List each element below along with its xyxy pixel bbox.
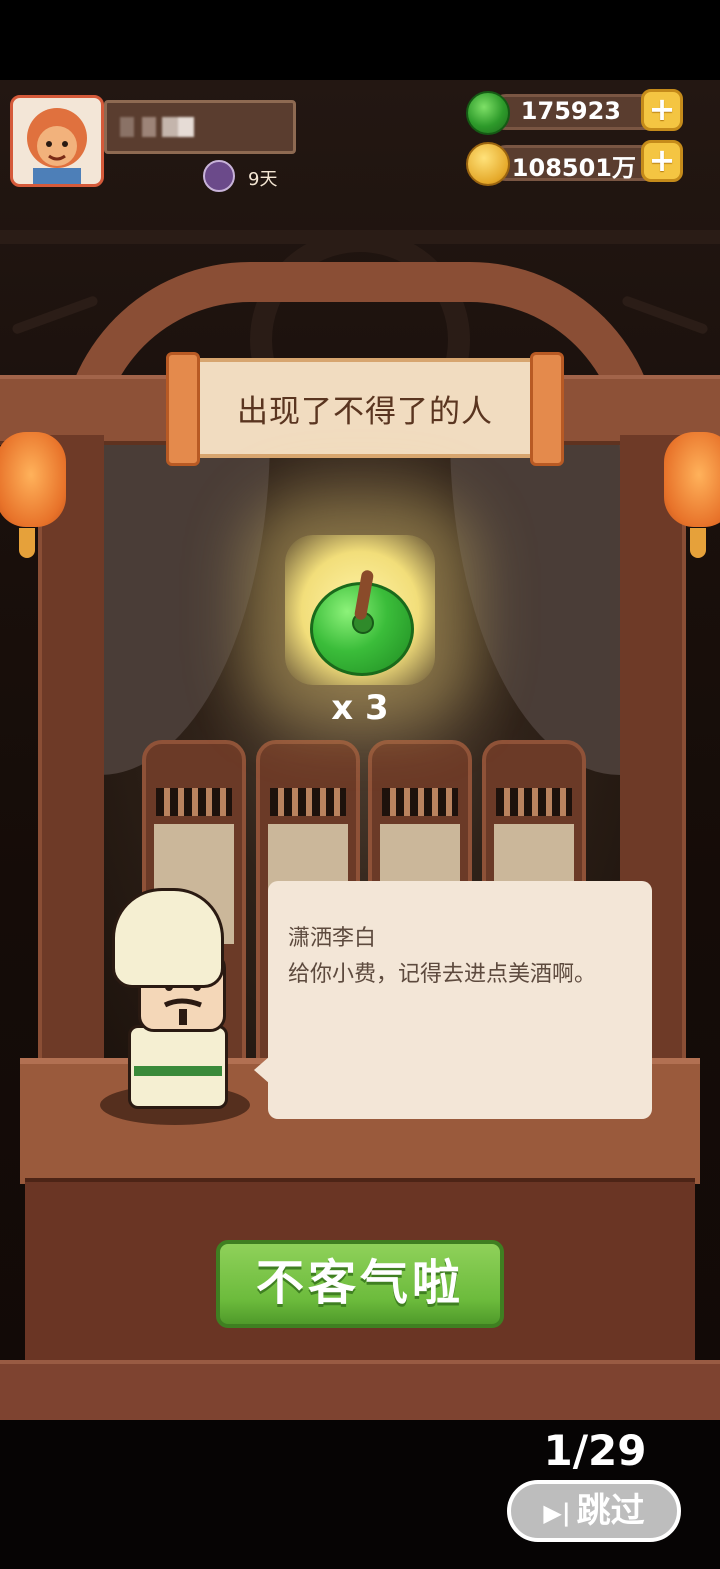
dialog-text: 给你小费，记得去进点美酒啊。 xyxy=(288,962,597,987)
skip-button[interactable]: ▶| 跳过 xyxy=(507,1480,681,1542)
lantern-tassel xyxy=(19,528,35,558)
branch-decor xyxy=(621,294,709,336)
lantern-tassel xyxy=(690,528,706,558)
speaker-name: 潇洒李白 xyxy=(288,926,377,951)
window-rail-decor xyxy=(0,230,720,244)
jade-balance: 175923 xyxy=(520,97,621,125)
skip-icon: ▶| xyxy=(543,1498,571,1527)
left-pillar xyxy=(38,435,104,1085)
stage-base xyxy=(0,1360,720,1424)
dialog-progress: 1/29 xyxy=(543,1426,647,1475)
days-label: 9天 xyxy=(248,169,278,190)
skip-label: 跳过 xyxy=(576,1491,645,1531)
add-coins-button[interactable]: + xyxy=(641,140,683,182)
li-bai-hat xyxy=(112,888,224,988)
player-name-redacted xyxy=(120,117,220,137)
reward-count: x 3 xyxy=(331,688,389,728)
branch-decor xyxy=(11,294,99,336)
companion-avatar-icon[interactable] xyxy=(203,160,235,192)
add-jade-button[interactable]: + xyxy=(641,89,683,131)
right-lantern xyxy=(664,432,720,527)
coin-icon xyxy=(466,142,510,186)
left-lantern xyxy=(0,432,66,527)
top-bar-bg xyxy=(0,0,720,80)
dialog-bubble xyxy=(268,881,652,1119)
jade-icon xyxy=(466,91,510,135)
confirm-button[interactable]: 不客气啦 xyxy=(216,1240,504,1328)
coin-balance: 108501万 xyxy=(511,154,636,182)
event-title: 出现了不得了的人 xyxy=(237,394,493,430)
player-avatar[interactable] xyxy=(10,95,104,187)
li-bai-belt xyxy=(134,1066,222,1076)
avatar-portrait xyxy=(27,108,87,184)
